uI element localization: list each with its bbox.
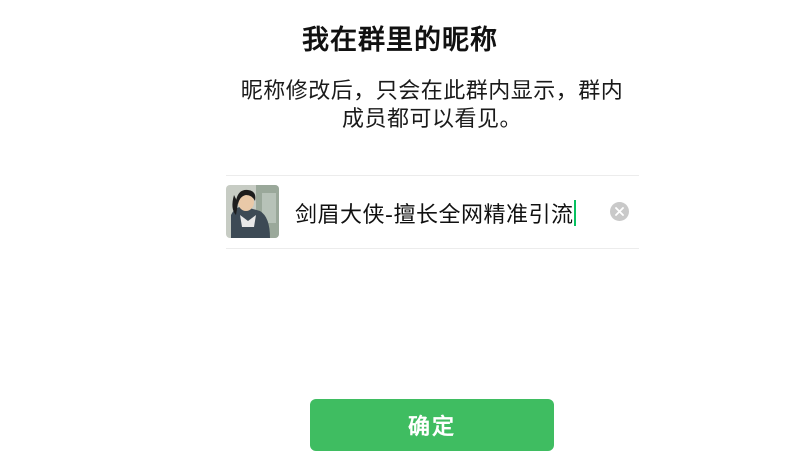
description-line-1: 昵称修改后，只会在此群内显示，群内 — [240, 79, 624, 104]
nickname-input[interactable]: 剑眉大侠-擅长全网精准引流 — [295, 197, 577, 229]
description-line-2: 成员都可以看见。 — [341, 107, 522, 132]
field-divider-bottom — [226, 248, 639, 249]
nickname-value: 剑眉大侠-擅长全网精准引流 — [295, 203, 574, 228]
text-caret — [574, 200, 577, 226]
avatar — [226, 185, 279, 238]
field-divider-top — [226, 175, 639, 176]
page-title: 我在群里的昵称 — [302, 25, 498, 56]
confirm-button[interactable]: 确定 — [310, 399, 554, 451]
group-nickname-page: 我在群里的昵称 昵称修改后，只会在此群内显示，群内 成员都可以看见。 剑眉大侠-… — [0, 0, 800, 465]
description-text: 昵称修改后，只会在此群内显示，群内 成员都可以看见。 — [228, 78, 636, 134]
user-avatar-photo-icon — [226, 185, 279, 238]
clear-icon — [615, 207, 624, 216]
clear-button[interactable] — [610, 202, 629, 221]
